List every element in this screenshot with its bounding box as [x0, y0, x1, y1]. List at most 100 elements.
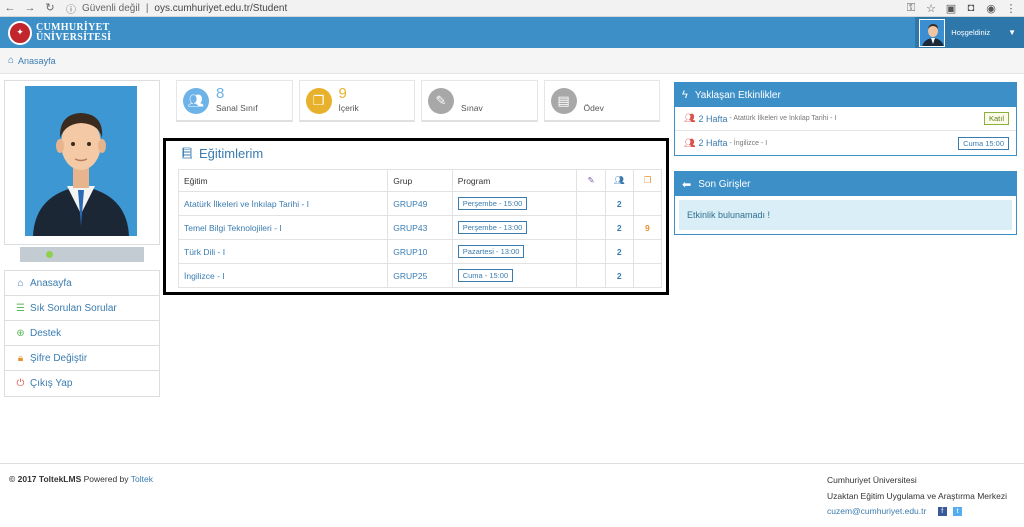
- course-link[interactable]: Temel Bilgi Teknolojileri - I: [177, 215, 389, 240]
- footer-info: Cumhuriyet Üniversitesi Uzaktan Eğitim U…: [827, 473, 1007, 520]
- empty-message: Etkinlik bulunamadı !: [679, 200, 1012, 230]
- online-status-bar: [20, 247, 144, 262]
- stat-homework[interactable]: ▤ Ödev: [543, 80, 660, 122]
- files-icon: ❐: [305, 87, 332, 114]
- back-icon[interactable]: ←: [0, 0, 20, 17]
- col-course: Eğitim: [177, 169, 389, 192]
- schedule-badge: Cuma - 15:00: [457, 269, 514, 282]
- avatar: [919, 18, 946, 47]
- files-count[interactable]: [632, 263, 663, 288]
- briefcase-icon: ▤: [550, 87, 577, 114]
- chevron-down-icon[interactable]: ▼: [1008, 28, 1016, 37]
- left-column: ⌂ Anasayfa ☰ Sık Sorulan Sorular ⊕ Deste…: [4, 80, 160, 397]
- sidebar-item-anasayfa[interactable]: ⌂ Anasayfa: [5, 271, 159, 296]
- stat-value: [461, 88, 483, 103]
- facebook-icon[interactable]: f: [937, 507, 947, 517]
- course-link[interactable]: Atatürk İlkeleri ve İnkılap Tarihi - I: [177, 191, 389, 216]
- security-label: Güvenli değil: [82, 2, 140, 14]
- reload-icon[interactable]: ↻: [40, 0, 60, 17]
- table-row: Türk Dili - I GRUP10 Pazartesi - 13:00 2: [177, 239, 663, 264]
- files-count[interactable]: 9: [632, 215, 663, 240]
- star-icon[interactable]: ☆: [924, 2, 938, 15]
- list-item[interactable]: 👥︎ 2 Hafta - İngilizce - I Cuma 15:00: [675, 131, 1016, 155]
- power-icon: ⏻: [16, 378, 25, 389]
- university-logo[interactable]: ✦ CUMHURİYET ÜNİVERSİTESİ: [8, 20, 112, 45]
- org-unit: Uzaktan Eğitim Uygulama ve Araştırma Mer…: [827, 490, 1007, 501]
- seal-icon: ✦: [8, 20, 32, 45]
- table-header-row: Eğitim Grup Program ✎ 👥︎ ❐: [177, 169, 663, 192]
- exam-cell: [576, 191, 606, 216]
- stat-value: 9: [338, 84, 347, 102]
- stat-label: Ödev: [583, 102, 604, 113]
- brand-line2: ÜNİVERSİTESİ: [36, 31, 112, 43]
- stat-virtual-class[interactable]: 👥︎ 8 Sanal Sınıf: [176, 80, 293, 122]
- company-link[interactable]: Toltek: [131, 474, 153, 484]
- exam-cell: [576, 239, 606, 264]
- list-item[interactable]: 👥︎ 2 Hafta - Atatürk İlkeleri ve İnkılap…: [675, 107, 1016, 131]
- account-icon[interactable]: ◉: [984, 2, 998, 15]
- users-icon: 👥︎: [684, 137, 696, 148]
- event-week[interactable]: 2 Hafta: [698, 114, 727, 124]
- online-status-icon: [46, 251, 53, 258]
- powered-by: Powered by: [83, 474, 129, 484]
- shield-icon[interactable]: ◘: [964, 2, 978, 15]
- schedule-badge: Pazartesi - 13:00: [457, 245, 525, 258]
- arrow-left-icon: ⬅: [682, 178, 692, 191]
- sidebar-item-password[interactable]: 🔒︎ Şifre Değiştir: [5, 346, 159, 371]
- sidebar-item-destek[interactable]: ⊕ Destek: [5, 321, 159, 346]
- recent-panel: ⬅ Son Girişler Etkinlik bulunamadı !: [674, 171, 1017, 235]
- footer: © 2017 ToltekLMS Powered by Toltek Cumhu…: [0, 463, 1024, 527]
- users-icon: 👥︎: [684, 113, 696, 123]
- col-group: Grup: [387, 169, 453, 192]
- forward-icon[interactable]: →: [20, 0, 40, 17]
- users-count[interactable]: 2: [604, 263, 634, 288]
- course-link[interactable]: İngilizce - I: [177, 263, 389, 288]
- event-week[interactable]: 2 Hafta: [698, 138, 727, 148]
- course-link[interactable]: Türk Dili - I: [177, 239, 389, 264]
- home-icon[interactable]: ⌂: [8, 55, 14, 66]
- users-count[interactable]: 2: [604, 215, 634, 240]
- key-icon[interactable]: ⚿: [904, 2, 918, 15]
- email-link[interactable]: cuzem@cumhuriyet.edu.tr: [827, 506, 926, 516]
- lightning-icon: ϟ: [682, 89, 688, 101]
- group-cell: GRUP25: [387, 263, 453, 288]
- files-count[interactable]: [632, 191, 663, 216]
- org-name: Cumhuriyet Üniversitesi: [827, 475, 917, 485]
- url-text[interactable]: oys.cumhuriyet.edu.tr/Student: [154, 3, 287, 14]
- sidebar-item-logout[interactable]: ⏻ Çıkış Yap: [5, 371, 159, 396]
- upcoming-panel: ϟ Yaklaşan Etkinlikler 👥︎ 2 Hafta - Atat…: [674, 82, 1017, 156]
- welcome-text: Hoşgeldiniz: [951, 28, 991, 37]
- browser-toolbar: ← → ↻ ⓘ Güvenli değil | oys.cumhuriyet.e…: [0, 0, 1024, 17]
- extension-icon[interactable]: ▣: [944, 2, 958, 15]
- info-icon[interactable]: ⓘ: [66, 1, 76, 16]
- event-time-badge: Cuma 15:00: [958, 136, 1009, 150]
- breadcrumb-home[interactable]: Anasayfa: [18, 56, 56, 66]
- table-row: Atatürk İlkeleri ve İnkılap Tarihi - I G…: [177, 191, 663, 216]
- exam-cell: [576, 263, 606, 288]
- trainings-title: 📘︎ Eğitimlerim: [180, 146, 263, 161]
- site-header: ✦ CUMHURİYET ÜNİVERSİTESİ Hoşgeldiniz ▼: [0, 17, 1024, 48]
- brand-line1: CUMHURİYET: [36, 21, 110, 33]
- files-count[interactable]: [632, 239, 663, 264]
- stat-label: Sınav: [461, 102, 483, 113]
- stat-label: Sanal Sınıf: [216, 102, 258, 113]
- upcoming-title: Yaklaşan Etkinlikler: [694, 89, 781, 101]
- table-row: Temel Bilgi Teknolojileri - I GRUP43 Per…: [177, 215, 663, 240]
- event-name: - Atatürk İlkeleri ve İnkılap Tarihi - I: [729, 115, 837, 122]
- users-count[interactable]: 2: [604, 239, 634, 264]
- twitter-icon[interactable]: t: [953, 507, 963, 517]
- user-menu[interactable]: Hoşgeldiniz ▼: [915, 17, 1024, 48]
- join-button[interactable]: Katıl: [983, 112, 1009, 125]
- stat-content[interactable]: ❐ 9 İçerik: [298, 80, 415, 122]
- trainings-panel: 📘︎ Eğitimlerim Eğitim Grup Program ✎ 👥︎ …: [163, 138, 669, 295]
- users-count[interactable]: 2: [604, 191, 634, 216]
- trainings-title-text: Eğitimlerim: [198, 146, 264, 161]
- group-cell: GRUP43: [387, 215, 453, 240]
- address-bar[interactable]: ⓘ Güvenli değil | oys.cumhuriyet.edu.tr/…: [66, 1, 904, 16]
- upcoming-header: ϟ Yaklaşan Etkinlikler: [675, 83, 1016, 107]
- sidebar-item-label: Anasayfa: [30, 277, 72, 289]
- lock-icon: 🔒︎: [17, 352, 24, 364]
- sidebar-item-faq[interactable]: ☰ Sık Sorulan Sorular: [5, 296, 159, 321]
- menu-icon[interactable]: ⋮: [1004, 2, 1018, 15]
- stat-exam[interactable]: ✎ Sınav: [421, 80, 538, 122]
